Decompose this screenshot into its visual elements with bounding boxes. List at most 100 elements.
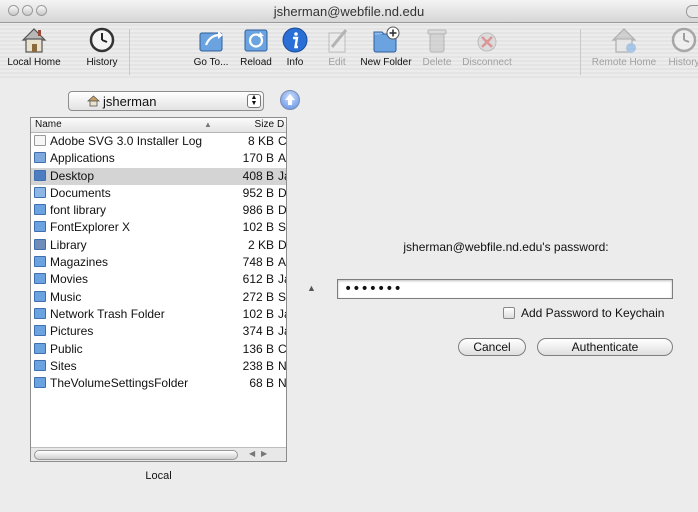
list-item[interactable]: Network Trash Folder 102 B Ja <box>31 306 286 323</box>
file-date: N <box>278 358 287 373</box>
disconnect-button[interactable]: Disconnect <box>456 25 518 68</box>
reload-label: Reload <box>240 57 272 68</box>
list-item[interactable]: Sites 238 B N <box>31 358 286 375</box>
horizontal-scrollbar[interactable]: ◀ ▶ <box>31 447 286 461</box>
toolbar-toggle-button[interactable] <box>686 5 698 18</box>
toolbar: Local Home History Go To... Reload Info … <box>0 23 698 80</box>
info-icon <box>282 27 308 53</box>
file-date: A <box>278 151 287 166</box>
file-rows: Adobe SVG 3.0 Installer Log 8 KB C Applicat… <box>31 133 286 392</box>
edit-button[interactable]: Edit <box>322 25 352 68</box>
public-folder-icon <box>34 342 46 354</box>
history-button[interactable]: History <box>80 25 124 68</box>
house-icon <box>21 28 47 53</box>
file-name: Public <box>50 341 83 356</box>
house-icon <box>87 95 100 107</box>
file-name: Documents <box>50 185 111 200</box>
file-name: Movies <box>50 272 89 287</box>
list-item[interactable]: Music 272 B S <box>31 289 286 306</box>
location-popup[interactable]: jsherman ▲ ▼ <box>68 91 264 111</box>
file-date: N <box>278 376 287 391</box>
scroll-right-arrow-icon[interactable]: ▶ <box>261 449 267 458</box>
authenticate-button[interactable]: Authenticate <box>537 338 673 356</box>
cancel-button[interactable]: Cancel <box>458 338 526 356</box>
info-button[interactable]: Info <box>280 25 310 68</box>
file-date: C <box>278 134 287 148</box>
file-name: Network Trash Folder <box>50 306 165 321</box>
list-item[interactable]: Public 136 B C <box>31 341 286 358</box>
file-size: 170 B <box>242 151 274 166</box>
applications-folder-icon <box>34 152 46 164</box>
list-item[interactable]: Pictures 374 B Ja <box>31 323 286 340</box>
keychain-checkbox[interactable] <box>503 307 515 319</box>
trash-icon <box>427 29 447 53</box>
remote-home-label: Remote Home <box>591 57 657 68</box>
file-name: Applications <box>50 151 115 166</box>
password-prompt: jsherman@webfile.nd.edu's password: <box>403 240 609 254</box>
scroll-left-arrow-icon[interactable]: ◀ <box>249 449 255 458</box>
file-date: Ja <box>278 306 286 321</box>
file-size: 102 B <box>242 220 274 235</box>
file-size: 612 B <box>242 272 274 287</box>
folder-icon <box>34 204 46 216</box>
reload-button[interactable]: Reload <box>236 25 276 68</box>
edit-label: Edit <box>328 57 346 68</box>
sort-ascending-icon: ▲ <box>204 120 212 129</box>
file-date: D <box>278 185 287 200</box>
folder-icon <box>34 377 46 389</box>
list-item[interactable]: TheVolumeSettingsFolder 68 B N <box>31 375 286 392</box>
parent-folder-button[interactable] <box>280 90 300 110</box>
documents-folder-icon <box>34 186 46 198</box>
list-item[interactable]: Movies 612 B Ja <box>31 271 286 288</box>
password-field[interactable]: ••••••• <box>337 279 673 299</box>
reload-icon <box>244 29 268 52</box>
file-name: Library <box>50 237 87 252</box>
scrollbar-thumb[interactable] <box>34 450 238 460</box>
date-column-header[interactable]: D <box>277 119 284 130</box>
edit-pencil-icon <box>328 29 348 53</box>
remote-history-label: History <box>668 57 698 68</box>
list-item[interactable]: Library 2 KB D <box>31 237 286 254</box>
local-file-list[interactable]: Name ▲ Size D Adobe SVG 3.0 Installer Lo… <box>30 117 287 462</box>
toolbar-separator <box>580 29 581 75</box>
file-date: Ja <box>278 168 286 183</box>
list-item[interactable]: Documents 952 B D <box>31 185 286 202</box>
file-size: 408 B <box>242 168 274 183</box>
local-home-label: Local Home <box>7 57 61 68</box>
folder-icon <box>34 307 46 319</box>
file-name: FontExplorer X <box>50 220 131 235</box>
new-folder-button[interactable]: New Folder <box>354 25 418 68</box>
list-item[interactable]: Desktop 408 B Ja <box>31 167 286 185</box>
remote-home-button[interactable]: Remote Home <box>590 25 658 68</box>
list-item[interactable]: Applications 170 B A <box>31 150 286 167</box>
list-item[interactable]: FontExplorer X 102 B S <box>31 219 286 236</box>
history-label: History <box>86 57 118 68</box>
delete-button[interactable]: Delete <box>419 25 455 68</box>
music-folder-icon <box>34 290 46 302</box>
local-home-button[interactable]: Local Home <box>4 25 64 68</box>
keychain-label[interactable]: Add Password to Keychain <box>521 306 664 320</box>
location-label: jsherman <box>103 94 157 109</box>
movies-folder-icon <box>34 273 46 285</box>
collapse-caret-icon[interactable]: ▲ <box>307 283 316 293</box>
file-date: Ja <box>278 272 286 287</box>
size-column-header[interactable]: Size <box>255 119 274 130</box>
list-item[interactable]: Magazines 748 B A <box>31 254 286 271</box>
local-pane-label: Local <box>145 470 172 482</box>
file-size: 136 B <box>242 341 274 356</box>
name-column-header[interactable]: Name <box>35 119 62 130</box>
remote-history-button[interactable]: History <box>664 25 698 68</box>
folder-icon <box>34 256 46 268</box>
file-name: Desktop <box>50 168 95 183</box>
goto-button[interactable]: Go To... <box>188 25 234 68</box>
toolbar-separator <box>129 29 130 75</box>
file-size: 748 B <box>242 255 274 270</box>
file-size: 238 B <box>242 358 274 373</box>
new-folder-label: New Folder <box>360 57 412 68</box>
list-item[interactable]: Adobe SVG 3.0 Installer Log 8 KB C <box>31 133 286 150</box>
file-name: TheVolumeSettingsFolder <box>50 376 189 391</box>
file-size: 68 B <box>249 376 274 391</box>
file-size: 8 KB <box>247 134 274 148</box>
disconnect-icon <box>477 32 497 52</box>
list-item[interactable]: font library 986 B D <box>31 202 286 219</box>
